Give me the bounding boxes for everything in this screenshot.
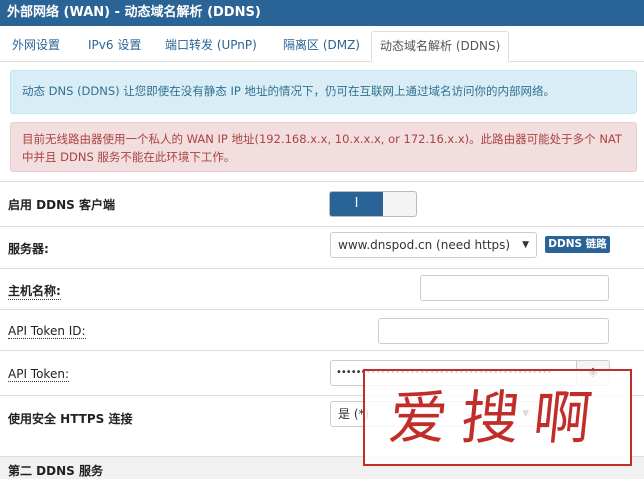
chevron-down-icon: ▼ [522,240,529,250]
row-enable-ddns: 启用 DDNS 客户端 [0,181,644,226]
ddns-link-button[interactable]: DDNS 链路 [545,236,610,253]
server-selected-value: www.dnspod.cn (need https) [338,238,511,252]
server-label: 服务器: [8,242,49,256]
tab-dmz[interactable]: 隔离区 (DMZ) [275,31,368,62]
section-second-ddns-title: 第二 DDNS 服务 [8,464,103,478]
hostname-label: 主机名称: [8,284,61,300]
tab-port-forwarding[interactable]: 端口转发 (UPnP) [157,31,265,62]
enable-ddns-label: 启用 DDNS 客户端 [8,198,115,212]
hostname-input[interactable] [420,275,609,301]
enable-ddns-toggle[interactable]: I [329,191,417,217]
api-token-id-label: API Token ID: [8,324,86,339]
page-header: 外部网络 (WAN) - 动态域名解析 (DDNS) [0,0,644,26]
info-alert: 动态 DNS (DDNS) 让您即使在没有静态 IP 地址的情况下，仍可在互联网… [10,70,637,114]
server-select[interactable]: www.dnspod.cn (need https) ▼ [330,232,537,258]
watermark-text: 爱搜啊 [385,384,610,452]
api-token-label: API Token: [8,367,69,382]
api-token-id-input[interactable] [378,318,609,344]
toggle-on-indicator: I [330,192,383,216]
warning-alert: 目前无线路由器使用一个私人的 WAN IP 地址(192.168.x.x, 10… [10,122,637,172]
tab-wan-settings[interactable]: 外网设置 [4,31,68,62]
tab-ipv6-settings[interactable]: IPv6 设置 [80,31,149,62]
watermark-stamp: 爱搜啊 [363,369,632,466]
https-label: 使用安全 HTTPS 连接 [8,412,133,426]
tab-bar: 外网设置 IPv6 设置 端口转发 (UPnP) 隔离区 (DMZ) 动态域名解… [0,26,644,62]
tab-ddns[interactable]: 动态域名解析 (DDNS) [371,31,510,62]
